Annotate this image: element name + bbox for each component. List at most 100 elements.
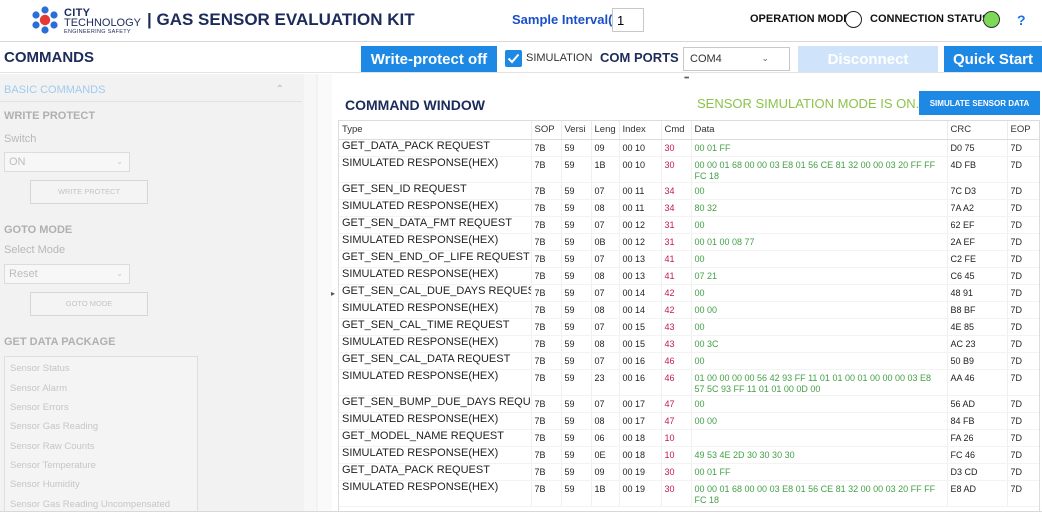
column-header-cmd[interactable]: Cmd bbox=[661, 121, 692, 140]
app-header: CITY TECHNOLOGY ENGINEERING SAFETY | GAS… bbox=[0, 0, 1042, 42]
table-row[interactable]: SIMULATED RESPONSE(HEX) 7B 59 08 00 11 34 80 3… bbox=[339, 199, 1039, 217]
list-item[interactable]: Sensor Gas Reading Uncompensated bbox=[10, 499, 170, 510]
cell-type: GET_SEN_CAL_DATA REQUEST bbox=[339, 352, 532, 370]
sidebar-scrollbar[interactable] bbox=[304, 74, 316, 511]
cell-sop: 7B bbox=[531, 199, 562, 217]
table-row[interactable]: SIMULATED RESPONSE(HEX) 7B 59 1B 00 19 30 00 0… bbox=[339, 480, 1039, 507]
sample-interval-input[interactable] bbox=[612, 8, 644, 32]
table-row[interactable]: GET_DATA_PACK REQUEST 7B 59 09 00 19 30 00 01 … bbox=[339, 463, 1039, 481]
cell-type: SIMULATED RESPONSE(HEX) bbox=[339, 301, 532, 319]
cell-index: 00 19 bbox=[619, 463, 662, 481]
cell-crc: FA 26 bbox=[947, 429, 1008, 447]
table-row[interactable]: GET_SEN_ID REQUEST 7B 59 07 00 11 34 00 7C D3 7D bbox=[339, 182, 1039, 200]
cell-len: 07 bbox=[591, 352, 620, 370]
list-item[interactable]: Sensor Humidity bbox=[10, 479, 80, 490]
cell-data: 00 01 FF bbox=[691, 139, 948, 157]
basic-commands-header[interactable]: BASIC COMMANDS ⌃ bbox=[0, 76, 302, 102]
chevron-up-icon: ⌃ bbox=[275, 84, 284, 95]
cell-eop: 7D bbox=[1007, 446, 1039, 464]
select-mode-label: Select Mode bbox=[4, 244, 66, 256]
write-protect-button[interactable]: WRITE PROTECT bbox=[30, 180, 148, 204]
cell-crc: 4D FB bbox=[947, 156, 1008, 183]
table-row[interactable]: SIMULATED RESPONSE(HEX) 7B 59 08 00 17 47 00 0… bbox=[339, 412, 1039, 430]
cell-eop: 7D bbox=[1007, 412, 1039, 430]
cell-data: 00 bbox=[691, 395, 948, 413]
table-row[interactable]: GET_SEN_DATA_FMT REQUEST 7B 59 07 00 12 31 00 6… bbox=[339, 216, 1039, 234]
cell-sop: 7B bbox=[531, 267, 562, 285]
cell-cmd: 10 bbox=[661, 446, 692, 464]
cell-cmd: 47 bbox=[661, 412, 692, 430]
cell-eop: 7D bbox=[1007, 216, 1039, 234]
cell-index: 00 16 bbox=[619, 369, 662, 396]
table-row[interactable]: SIMULATED RESPONSE(HEX) 7B 59 1B 00 10 30 00 0… bbox=[339, 156, 1039, 183]
list-item[interactable]: Sensor Gas Reading bbox=[10, 421, 98, 432]
table-row[interactable]: GET_SEN_CAL_DATA REQUEST 7B 59 07 00 16 46 00 5… bbox=[339, 352, 1039, 370]
cell-sop: 7B bbox=[531, 352, 562, 370]
cell-len: 07 bbox=[591, 284, 620, 302]
list-item[interactable]: Sensor Raw Counts bbox=[10, 441, 94, 452]
com-ports-label: COM PORTS bbox=[600, 50, 679, 65]
table-row[interactable]: SIMULATED RESPONSE(HEX) 7B 59 08 00 14 42 00 0… bbox=[339, 301, 1039, 319]
cell-eop: 7D bbox=[1007, 139, 1039, 157]
table-row[interactable]: GET_SEN_BUMP_DUE_DAYS REQUEST7B590700 17… bbox=[339, 395, 1039, 413]
simulation-checkbox[interactable] bbox=[505, 50, 522, 67]
cell-crc: B8 BF bbox=[947, 301, 1008, 319]
mode-select[interactable]: Reset ⌄ bbox=[4, 264, 130, 284]
cell-crc: 56 AD bbox=[947, 395, 1008, 413]
list-item[interactable]: Sensor Status bbox=[10, 363, 70, 374]
cell-len: 07 bbox=[591, 216, 620, 234]
list-item[interactable]: Sensor Errors bbox=[10, 402, 69, 413]
column-header-length[interactable]: Leng bbox=[591, 121, 620, 140]
cell-ver: 59 bbox=[561, 250, 592, 268]
drag-handle-icon[interactable]: ••• bbox=[684, 75, 689, 82]
cell-crc: D0 75 bbox=[947, 139, 1008, 157]
column-header-eop[interactable]: EOP bbox=[1007, 121, 1039, 140]
collapse-arrow-icon[interactable]: ▸ bbox=[331, 289, 335, 298]
quick-start-button[interactable]: Quick Start bbox=[944, 46, 1042, 72]
table-row[interactable]: GET_SEN_CAL_DUE_DAYS REQUEST 7B 59 07 00 14 4… bbox=[339, 284, 1039, 302]
goto-mode-button[interactable]: GOTO MODE bbox=[30, 292, 148, 316]
cell-eop: 7D bbox=[1007, 480, 1039, 507]
table-row[interactable]: GET_DATA_PACK REQUEST 7B 59 09 00 10 30 00 01 … bbox=[339, 139, 1039, 157]
column-header-crc[interactable]: CRC bbox=[947, 121, 1008, 140]
cell-data: 49 53 4E 2D 30 30 30 30 bbox=[691, 446, 948, 464]
cell-data: 07 21 bbox=[691, 267, 948, 285]
column-header-sop[interactable]: SOP bbox=[531, 121, 562, 140]
table-row[interactable]: SIMULATED RESPONSE(HEX) 7B 59 0B 00 12 31 00 0… bbox=[339, 233, 1039, 251]
goto-mode-section-title: GOTO MODE bbox=[4, 224, 73, 236]
table-row[interactable]: GET_SEN_END_OF_LIFE REQUEST 7B 59 07 00 13 41… bbox=[339, 250, 1039, 268]
cell-len: 07 bbox=[591, 318, 620, 336]
cell-ver: 59 bbox=[561, 233, 592, 251]
list-item[interactable]: Sensor Alarm bbox=[10, 383, 67, 394]
cell-data: 80 32 bbox=[691, 199, 948, 217]
cell-type: GET_SEN_CAL_TIME REQUEST bbox=[339, 318, 532, 336]
logo-text-tagline: ENGINEERING SAFETY bbox=[64, 29, 131, 35]
table-row[interactable]: SIMULATED RESPONSE(HEX) 7B 59 08 00 15 43 00 3… bbox=[339, 335, 1039, 353]
help-icon[interactable]: ? bbox=[1017, 12, 1026, 28]
connection-status-indicator bbox=[983, 11, 1000, 28]
com-port-select[interactable]: COM4 ⌄ bbox=[683, 47, 790, 71]
table-row[interactable]: SIMULATED RESPONSE(HEX) 7B 59 08 00 13 41 07 2… bbox=[339, 267, 1039, 285]
column-header-type[interactable]: Type bbox=[339, 121, 532, 140]
list-item[interactable]: Sensor Temperature bbox=[10, 460, 96, 471]
cell-type: SIMULATED RESPONSE(HEX) bbox=[339, 156, 532, 183]
cell-len: 0B bbox=[591, 233, 620, 251]
column-header-version[interactable]: Versi bbox=[561, 121, 592, 140]
cell-index: 00 18 bbox=[619, 446, 662, 464]
cell-cmd: 46 bbox=[661, 369, 692, 396]
column-header-index[interactable]: Index bbox=[619, 121, 662, 140]
write-protect-off-button[interactable]: Write-protect off bbox=[361, 46, 497, 72]
column-header-data[interactable]: Data bbox=[691, 121, 948, 140]
cell-eop: 7D bbox=[1007, 267, 1039, 285]
table-row[interactable]: GET_MODEL_NAME REQUEST 7B 59 06 00 18 10 FA 26… bbox=[339, 429, 1039, 447]
table-row[interactable]: SIMULATED RESPONSE(HEX) 7B 59 0E 00 18 10 49 5… bbox=[339, 446, 1039, 464]
disconnect-button[interactable]: Disconnect bbox=[798, 46, 938, 72]
cell-eop: 7D bbox=[1007, 182, 1039, 200]
table-row[interactable]: GET_SEN_CAL_TIME REQUEST 7B 59 07 00 15 43 00 4… bbox=[339, 318, 1039, 336]
cell-ver: 59 bbox=[561, 301, 592, 319]
simulate-sensor-data-button[interactable]: SIMULATE SENSOR DATA bbox=[919, 91, 1040, 115]
switch-select[interactable]: ON ⌄ bbox=[4, 152, 130, 172]
panel-splitter[interactable] bbox=[318, 74, 332, 511]
table-row[interactable]: SIMULATED RESPONSE(HEX) 7B 59 23 00 16 46 01 0… bbox=[339, 369, 1039, 396]
command-log-body: GET_DATA_PACK REQUEST 7B 59 09 00 10 30 00 01 … bbox=[339, 139, 1039, 507]
